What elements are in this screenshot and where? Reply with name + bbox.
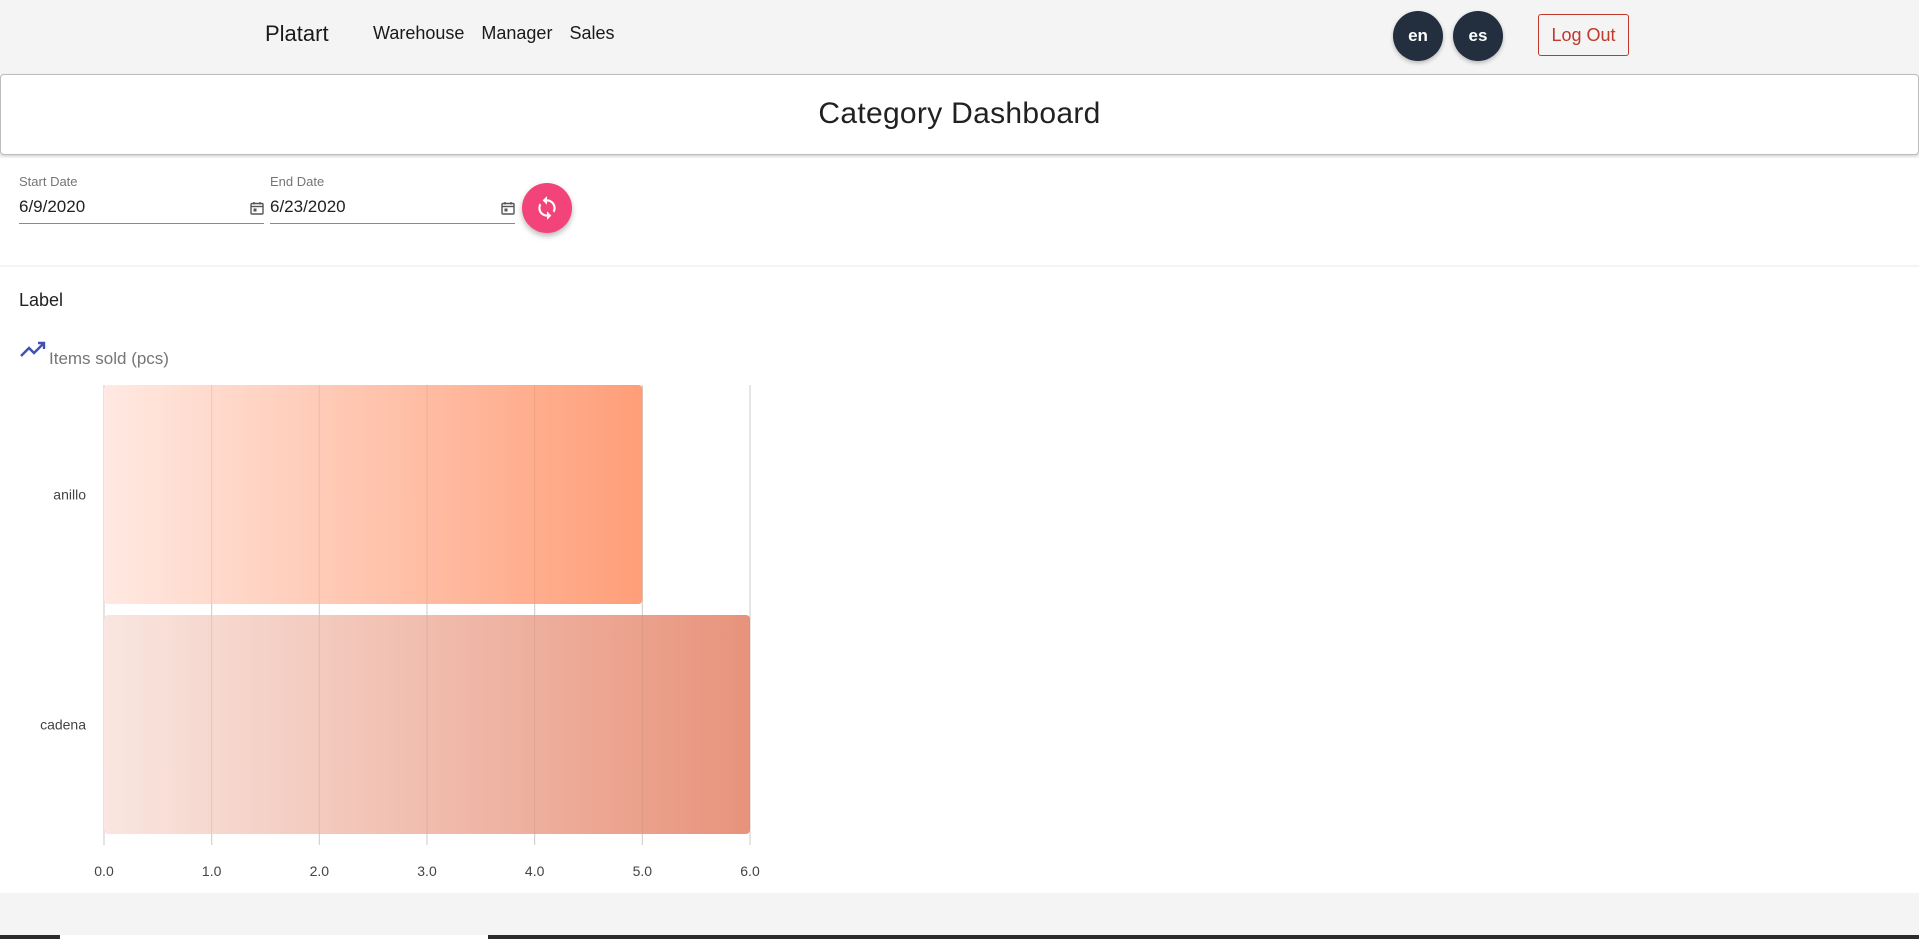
chart-title: Items sold (pcs) [49,349,169,368]
x-tick-label: 2.0 [310,863,330,879]
end-date-field[interactable]: End Date 6/23/2020 [270,174,515,224]
card-label: Label [19,290,64,310]
nav-link-warehouse[interactable]: Warehouse [373,23,464,44]
main-nav: Warehouse Manager Sales [373,23,614,44]
refresh-icon [538,196,556,220]
chart-x-ticks: 0.0 1.0 2.0 3.0 4.0 5.0 6.0 [94,863,760,879]
date-filter-panel: Start Date 6/9/2020 End Date 6/23/2020 [0,158,1919,265]
x-tick-label: 5.0 [633,863,653,879]
x-tick-label: 6.0 [740,863,760,879]
trending-up-icon [20,341,46,357]
x-tick-label: 3.0 [417,863,437,879]
category-label: cadena [40,717,86,733]
start-date-label: Start Date [19,174,78,189]
end-date-label: End Date [270,174,325,189]
nav-link-sales[interactable]: Sales [569,23,614,44]
chart-category-labels: anillo cadena [40,487,86,733]
title-card: Category Dashboard [0,74,1919,155]
bottom-strip [0,935,1919,939]
start-date-field[interactable]: Start Date 6/9/2020 [19,174,264,224]
chart-card: Label Items sold (pcs) anillo cadena 0.0 1… [0,267,1919,893]
calendar-icon[interactable] [501,201,515,215]
refresh-button[interactable] [522,183,572,233]
language-es-button[interactable]: es [1453,11,1503,61]
start-date-value[interactable]: 6/9/2020 [19,197,85,217]
x-tick-label: 4.0 [525,863,545,879]
x-tick-label: 1.0 [202,863,222,879]
language-en-button[interactable]: en [1393,11,1443,61]
brand-logo[interactable]: Platart [265,21,329,47]
bar-chart: anillo cadena 0.0 1.0 2.0 3.0 4.0 5.0 6.0 [40,385,760,879]
logout-button[interactable]: Log Out [1538,14,1629,56]
nav-link-manager[interactable]: Manager [481,23,552,44]
end-date-value[interactable]: 6/23/2020 [270,197,346,217]
chart-bars [104,385,751,845]
calendar-icon[interactable] [250,201,264,215]
top-navbar: Platart Warehouse Manager Sales en es Lo… [0,0,1919,72]
page-title: Category Dashboard [818,97,1101,130]
bar-anillo [104,385,643,604]
category-label: anillo [53,487,86,503]
x-tick-label: 0.0 [94,863,114,879]
